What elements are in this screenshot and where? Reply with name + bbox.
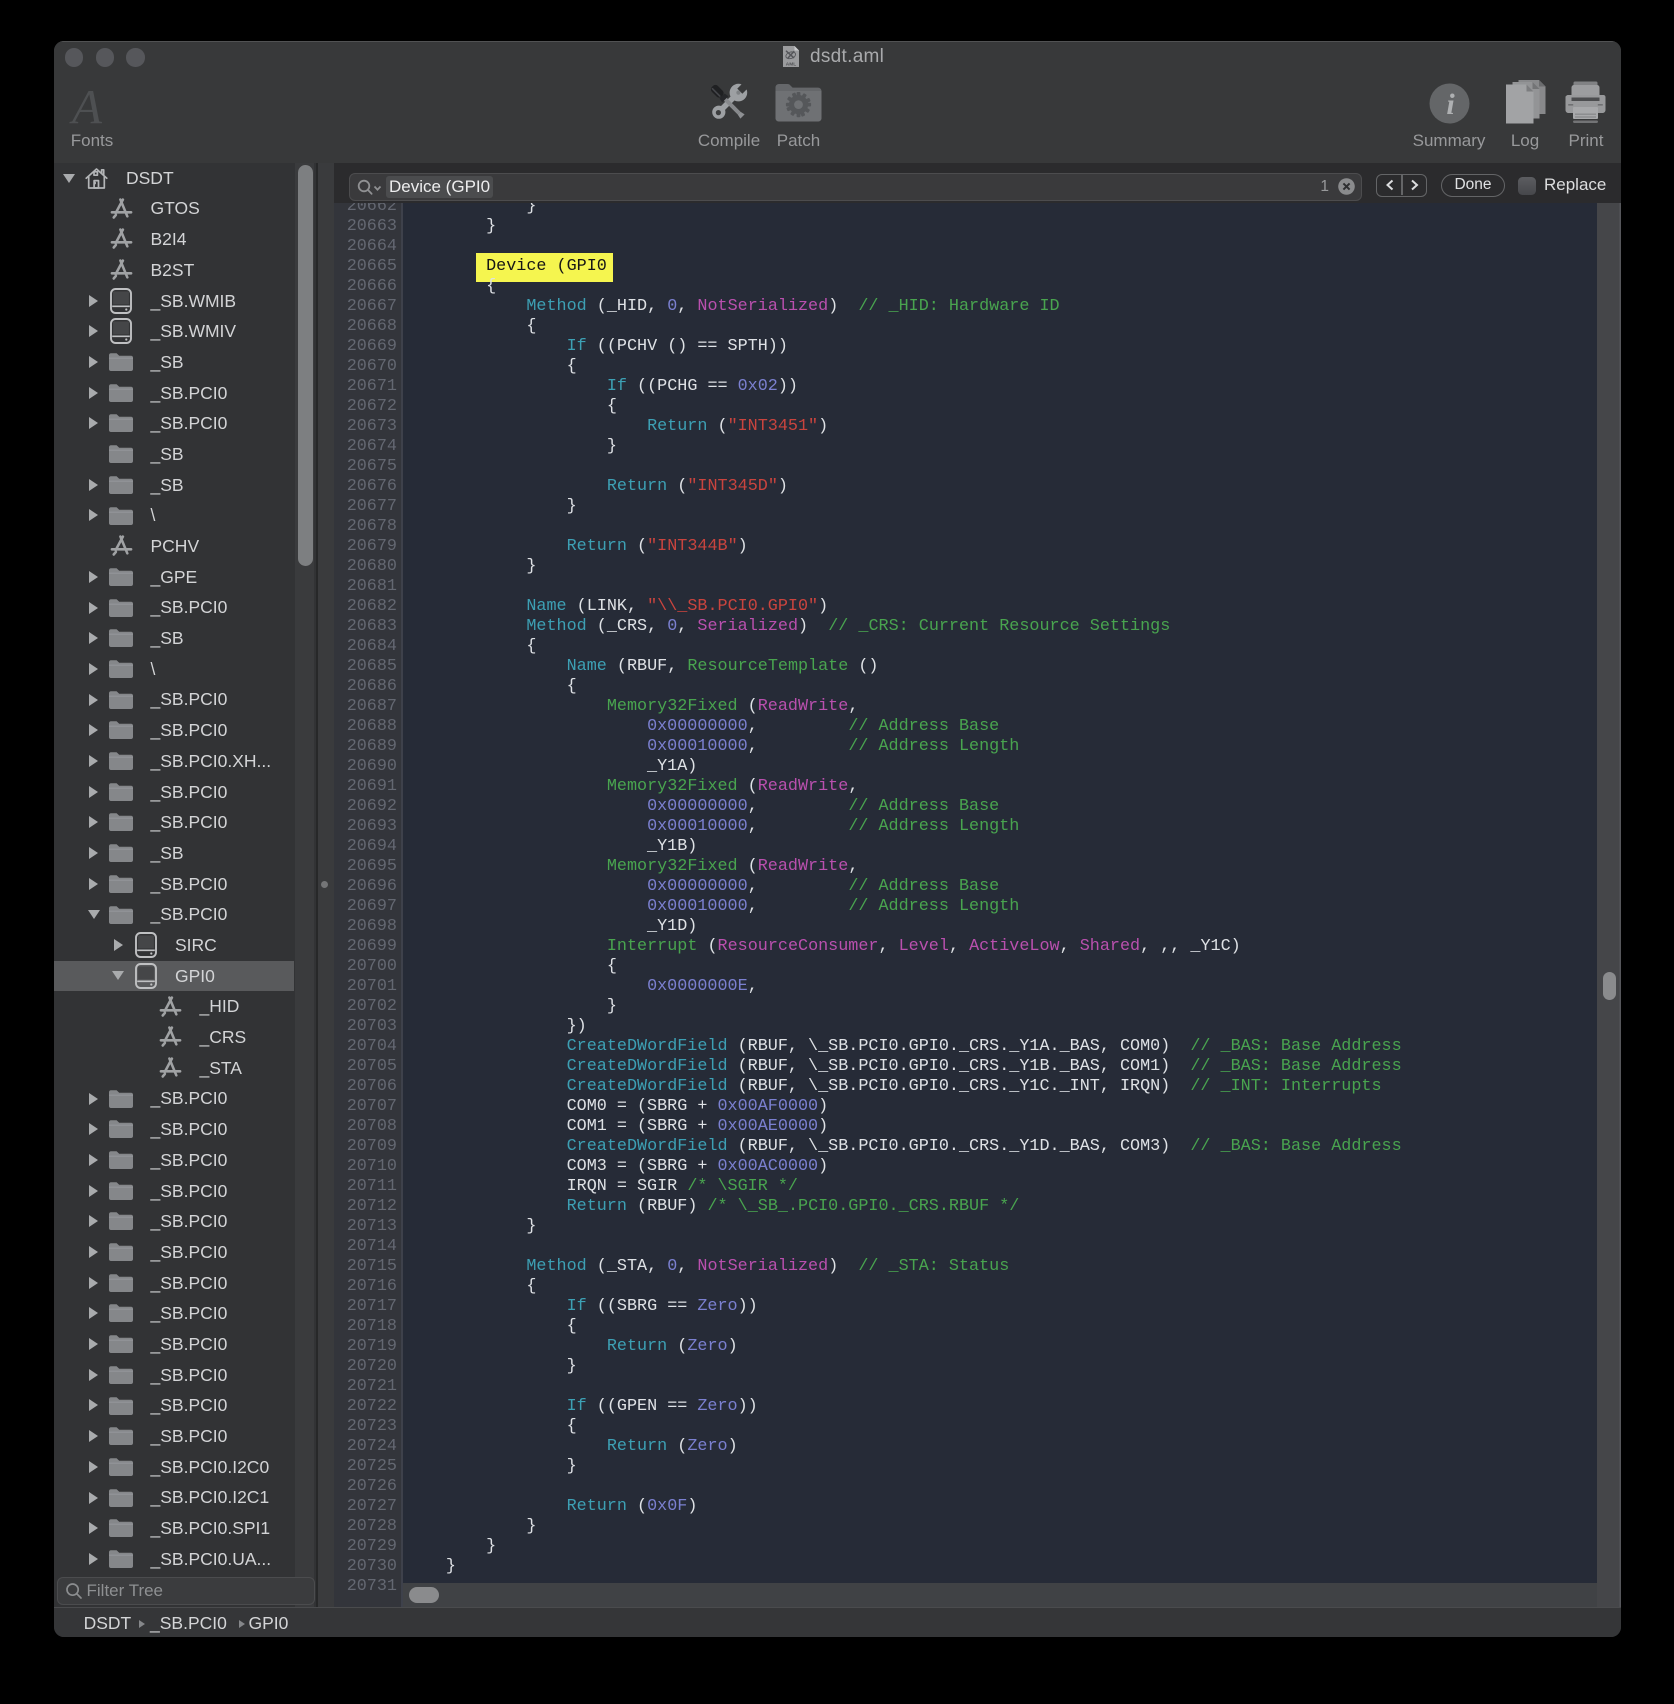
svg-text:i: i (1446, 88, 1455, 121)
svg-text:AML: AML (786, 62, 796, 68)
